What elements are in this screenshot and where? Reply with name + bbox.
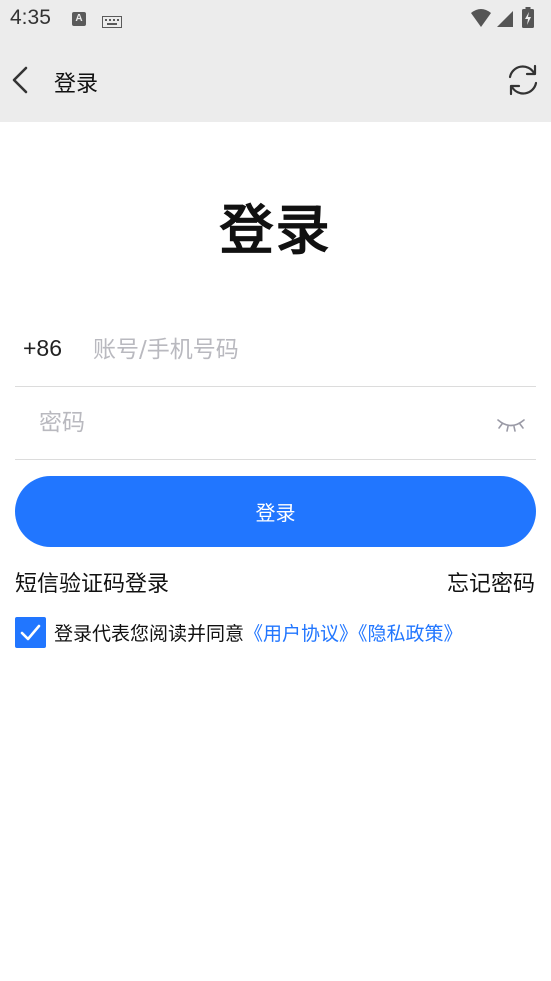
agreement-checkbox[interactable] — [15, 617, 46, 648]
privacy-policy-link[interactable]: 《隐私政策》 — [358, 623, 463, 645]
wifi-icon — [471, 9, 491, 27]
app-bar: 登录 — [0, 38, 551, 122]
refresh-icon — [508, 64, 538, 96]
password-input[interactable] — [37, 401, 461, 445]
country-code[interactable]: +86 — [23, 335, 62, 362]
password-row — [15, 387, 536, 460]
keyboard-icon — [102, 13, 122, 32]
back-arrow-icon — [12, 66, 28, 94]
forgot-password-link[interactable]: 忘记密码 — [447, 566, 535, 598]
check-icon — [20, 624, 41, 641]
battery-charging-icon — [522, 7, 534, 28]
status-bar: 4:35 A — [0, 0, 551, 38]
refresh-button[interactable] — [505, 62, 541, 98]
account-row: +86 — [15, 314, 536, 387]
notification-a-icon: A — [72, 12, 86, 26]
login-button[interactable]: 登录 — [15, 476, 536, 547]
cell-signal-icon — [497, 11, 513, 27]
agreement-text: 登录代表您阅读并同意《用户协议》《隐私政策》 — [54, 619, 463, 646]
sms-login-link[interactable]: 短信验证码登录 — [15, 566, 169, 598]
account-input[interactable] — [91, 328, 515, 372]
page-title: 登录 — [219, 199, 332, 262]
eye-closed-icon[interactable] — [496, 417, 526, 433]
status-icons — [469, 7, 541, 31]
agreement-prefix: 登录代表您阅读并同意 — [54, 623, 245, 645]
user-agreement-link[interactable]: 《用户协议》 — [244, 623, 358, 645]
back-button[interactable] — [6, 62, 36, 98]
status-time: 4:35 — [10, 6, 51, 29]
app-bar-title: 登录 — [54, 72, 99, 97]
